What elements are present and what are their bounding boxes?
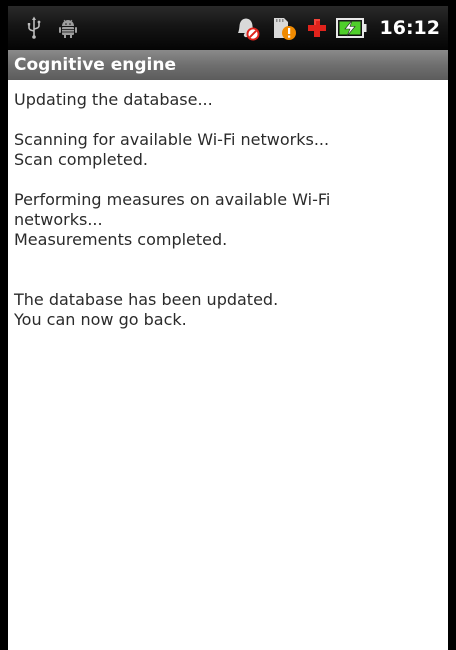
log-line: Performing measures on available Wi-Fi n… [14,190,336,229]
screen: 16:12 Cognitive engine Updating the data… [8,6,448,650]
device: 16:12 Cognitive engine Updating the data… [0,0,456,650]
battery-charging-icon [335,14,368,42]
log-spacer [14,170,436,190]
log-spacer [14,110,436,130]
android-debug-icon [58,14,78,42]
status-time: 16:12 [379,16,440,39]
sd-card-warning-icon [270,14,298,42]
log-line: Updating the database... [14,90,213,109]
medical-cross-icon [306,14,328,42]
log-output: Updating the database... Scanning for av… [8,80,448,330]
log-line: Measurements completed. [14,230,228,249]
log-line: The database has been updated. [14,290,279,309]
silent-alarm-icon [234,14,262,42]
app-title: Cognitive engine [14,54,176,75]
log-line: You can now go back. [14,310,187,329]
device-frame-left [0,0,8,650]
log-line: Scan completed. [14,150,148,169]
status-bar[interactable]: 16:12 [8,6,448,50]
app-title-bar: Cognitive engine [8,50,448,80]
device-frame-right [448,0,456,650]
log-spacer [14,250,436,290]
usb-icon [26,14,42,42]
status-notifications[interactable] [26,6,78,50]
log-line: Scanning for available Wi-Fi networks... [14,130,330,149]
status-indicators[interactable]: 16:12 [234,6,440,50]
